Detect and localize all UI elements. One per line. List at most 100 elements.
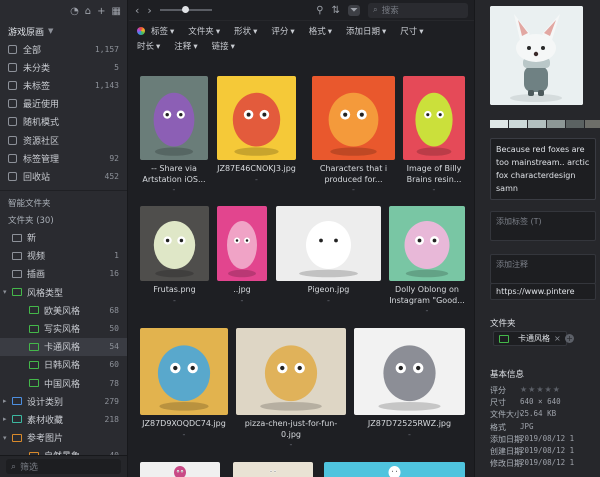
filter-chip[interactable]: 时长 ▾	[137, 42, 167, 52]
remove-icon[interactable]: ×	[554, 334, 561, 343]
color-swatch[interactable]	[547, 120, 565, 128]
grid-icon[interactable]: ▦	[112, 6, 121, 17]
folder-item[interactable]: ▸ 素材收藏 218	[0, 410, 127, 428]
image-thumbnail[interactable]	[354, 328, 465, 415]
folder-icon	[29, 360, 39, 369]
folder-item[interactable]: ▾ 参考图片	[0, 429, 127, 447]
folder-item[interactable]: 插画 16	[0, 265, 127, 283]
image-card[interactable]: Characters that i produced for... -	[312, 76, 395, 194]
twisty-icon[interactable]: ▸	[3, 397, 10, 405]
image-card[interactable]: Dolly Oblong on Instagram "Good... -	[389, 206, 465, 315]
image-thumbnail[interactable]	[403, 76, 465, 160]
folder-item[interactable]: ▸ 设计类别 279	[0, 392, 127, 410]
color-swatch[interactable]	[509, 120, 527, 128]
filter-icon[interactable]: ⏷	[348, 4, 360, 16]
image-card[interactable]	[324, 462, 465, 477]
twisty-icon[interactable]: ▸	[3, 415, 10, 423]
folder-item[interactable]: 视频 1	[0, 247, 127, 265]
pin-icon[interactable]: ⚲	[316, 5, 323, 16]
image-card[interactable]: JZ87E46CNOKJ3.jpg -	[217, 76, 296, 184]
image-thumbnail[interactable]	[217, 76, 296, 160]
sidebar-item[interactable]: 标签管理 92	[0, 149, 127, 167]
description-field[interactable]: Because red foxes are too mainstream.. a…	[490, 138, 596, 200]
image-card[interactable]: pizza-chen-just-for-fun-0.jpg -	[236, 328, 346, 449]
add-folder-icon[interactable]: +	[565, 334, 574, 343]
image-card[interactable]: -- Share via Artstation iOS... -	[140, 76, 208, 194]
filter-input[interactable]: ⌕ 筛选	[6, 459, 121, 474]
rating-stars[interactable]: ★★★★★	[520, 385, 561, 397]
image-thumbnail[interactable]	[276, 206, 381, 281]
filter-chip[interactable]: 形状 ▾	[234, 27, 264, 37]
twisty-icon[interactable]: ▾	[3, 434, 10, 442]
folder-icon	[12, 415, 22, 424]
bookmark-icon[interactable]: ⌂	[85, 6, 91, 17]
image-card[interactable]: ..jpg -	[217, 206, 267, 305]
folder-item[interactable]: 中国风格 78	[0, 374, 127, 392]
search-input[interactable]: ⌕ 搜索	[368, 2, 468, 18]
folder-item[interactable]: 卡通风格 54	[0, 337, 127, 356]
color-swatch[interactable]	[490, 120, 508, 128]
sidebar-item-label: 未分类	[23, 63, 51, 74]
bell-icon[interactable]: ◔	[70, 6, 79, 17]
color-swatch[interactable]	[528, 120, 546, 128]
sidebar-item[interactable]: 最近使用	[0, 95, 127, 113]
source-url-field[interactable]: https://www.pintere	[490, 283, 596, 300]
filter-chip[interactable]: 添加日期 ▾	[346, 27, 393, 37]
forward-icon[interactable]: ›	[147, 4, 151, 17]
filter-chip[interactable]: 文件夹 ▾	[188, 27, 227, 37]
filter-chip[interactable]: 标签 ▾	[151, 27, 181, 37]
twisty-icon[interactable]: ▾	[3, 288, 10, 296]
sidebar-item[interactable]: 未分类 5	[0, 58, 127, 76]
tag-input[interactable]: 添加标签 (T)	[490, 211, 596, 241]
filter-chip[interactable]: 注释 ▾	[174, 42, 204, 52]
image-thumbnail[interactable]	[140, 462, 220, 477]
image-thumbnail[interactable]	[324, 462, 465, 477]
sort-icon[interactable]: ⇅	[332, 5, 340, 16]
filter-chip[interactable]: 链接 ▾	[212, 42, 242, 52]
image-thumbnail[interactable]	[233, 462, 313, 477]
folder-item[interactable]: 欧美风格 68	[0, 301, 127, 319]
back-icon[interactable]: ‹	[135, 4, 139, 17]
sidebar-item[interactable]: 未标签 1,143	[0, 76, 127, 94]
folders-heading[interactable]: 文件夹 (30)	[0, 212, 127, 229]
sidebar-item[interactable]: 全部 1,157	[0, 40, 127, 58]
image-thumbnail[interactable]	[236, 328, 346, 415]
smart-folders-heading[interactable]: 智能文件夹	[0, 195, 127, 212]
sidebar-item[interactable]: 回收站 452	[0, 167, 127, 185]
folder-item[interactable]: 日韩风格 60	[0, 356, 127, 374]
image-card[interactable]: JZ87D72525RWZ.jpg -	[354, 328, 465, 439]
color-filter-icon[interactable]	[137, 27, 145, 35]
image-card[interactable]: JZ87D9XOQDC74.jpg -	[140, 328, 228, 439]
image-thumbnail[interactable]	[140, 76, 208, 160]
slider-handle[interactable]	[181, 6, 189, 13]
image-thumbnail[interactable]	[217, 206, 267, 281]
folder-item[interactable]: 新	[0, 229, 127, 247]
sidebar-item[interactable]: 资源社区	[0, 131, 127, 149]
thumbnail-size-slider[interactable]	[159, 6, 212, 13]
sidebar-item[interactable]: 随机模式	[0, 113, 127, 131]
image-subcaption: -	[289, 440, 293, 449]
image-thumbnail[interactable]	[312, 76, 395, 160]
plus-icon[interactable]: +	[97, 6, 105, 17]
image-thumbnail[interactable]	[140, 206, 209, 281]
image-thumbnail[interactable]	[389, 206, 465, 281]
image-card[interactable]: Pigeon.jpg -	[276, 206, 381, 305]
image-subcaption: -	[352, 185, 355, 194]
image-card[interactable]: Image of Billy Brains resin... -	[403, 76, 465, 194]
note-input[interactable]: 添加注释	[490, 254, 596, 284]
filter-chip[interactable]: 尺寸 ▾	[400, 27, 430, 37]
uncategorized-icon	[8, 62, 17, 72]
folder-tag[interactable]: 卡通风格 ×	[493, 331, 567, 346]
image-card[interactable]: Frutas.png -	[140, 206, 209, 305]
image-card[interactable]	[140, 462, 220, 477]
filter-chip[interactable]: 评分 ▾	[271, 27, 301, 37]
filter-chip[interactable]: 格式 ▾	[309, 27, 339, 37]
preview-image[interactable]	[490, 6, 583, 105]
folder-item[interactable]: 写实风格 50	[0, 319, 127, 337]
color-swatch[interactable]	[566, 120, 584, 128]
image-thumbnail[interactable]	[140, 328, 228, 415]
color-swatch[interactable]	[585, 120, 600, 128]
image-card[interactable]	[233, 462, 313, 477]
folder-item[interactable]: ▾ 风格类型	[0, 283, 127, 301]
library-switcher[interactable]: 游戏原画 ▼	[0, 22, 127, 40]
